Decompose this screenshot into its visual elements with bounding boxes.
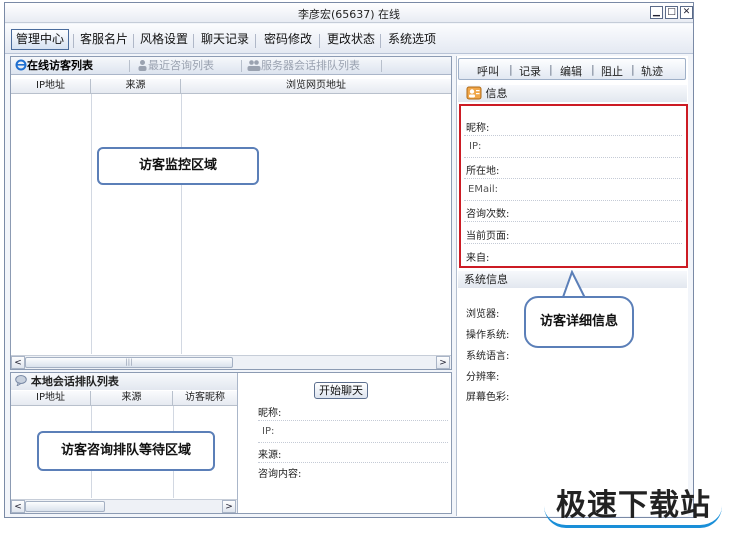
grid-column-line [91,94,92,354]
grid-column-line [181,94,182,354]
visitor-grid-header: IP地址 来源 浏览网页地址 [11,79,451,94]
call-action[interactable]: 呼叫 [477,63,499,79]
action-separator: | [591,63,595,76]
field-underline [464,135,682,136]
queue-divider [237,373,238,513]
visitor-tabs: 在线访客列表 最近咨询列表 服务器会话排队列表 [11,57,451,75]
queue-column-source[interactable]: 来源 [91,391,173,406]
visitor-list-panel: 在线访客列表 最近咨询列表 服务器会话排队列表 IP地址 来源 浏览网页地址 访… [10,56,452,370]
user-card-icon [466,86,482,100]
sys-field-resolution: 分辨率: [466,372,500,383]
close-button[interactable]: ✕ [680,6,693,19]
field-underline [258,442,448,443]
tab-server-queue[interactable]: 服务器会话排队列表 [247,59,360,73]
menu-separator [73,34,74,48]
tab-online-visitors-label: 在线访客列表 [27,59,93,72]
queue-panel: 本地会话排队列表 IP地址 来源 访客昵称 访客咨询排队等待区域 < > [10,372,452,514]
users-icon [247,60,261,71]
queue-field-content: 咨询内容: [258,469,302,480]
start-chat-button[interactable]: 开始聊天 [314,382,368,399]
maximize-button[interactable]: □ [665,6,678,19]
title-bar: 李彦宏(65637) 在线 ▁ □ ✕ [5,3,693,23]
queue-column-nickname[interactable]: 访客昵称 [173,391,237,406]
menu-item-admin-center[interactable]: 管理中心 [11,29,70,50]
queue-grid-header: IP地址 来源 访客昵称 [11,391,237,406]
tab-recent-consults[interactable]: 最近咨询列表 [137,59,214,73]
menu-item-style-settings[interactable]: 风格设置 [135,29,193,50]
user-icon [138,60,147,71]
info-field-email: EMail: [468,184,498,195]
info-section-title: 信息 [485,87,508,100]
info-field-referrer: 来自: [466,253,490,264]
record-action[interactable]: 记录 [519,63,541,79]
menu-separator [380,34,381,48]
queue-hscroll[interactable]: < > [11,499,237,513]
ie-icon [15,59,27,71]
menu-separator [255,34,256,48]
tab-online-visitors[interactable]: 在线访客列表 [15,59,93,73]
queue-panel-title: 本地会话排队列表 [30,375,119,388]
menu-separator [133,34,134,48]
info-field-location: 所在地: [466,166,500,177]
tab-separator [129,60,130,72]
column-page-url[interactable]: 浏览网页地址 [181,79,451,94]
sys-field-color-depth: 屏幕色彩: [466,392,510,403]
menu-item-change-password[interactable]: 密码修改 [259,29,317,50]
visitor-details-callout: 访客详细信息 [524,296,634,348]
menu-item-system-options[interactable]: 系统选项 [383,29,441,50]
tab-separator [241,60,242,72]
info-field-nickname: 昵称: [466,123,490,134]
queue-field-ip: IP: [262,426,275,437]
column-source[interactable]: 来源 [91,79,181,94]
sys-field-browser: 浏览器: [466,309,500,320]
scroll-right-arrow[interactable]: > [436,356,450,369]
chat-bubble-icon [15,375,27,387]
tab-recent-consults-label: 最近咨询列表 [148,59,214,72]
scroll-left-arrow[interactable]: < [11,356,25,369]
action-separator: | [509,63,513,76]
info-section-header: 信息 [458,85,687,102]
queue-column-ip[interactable]: IP地址 [11,391,91,406]
field-underline [464,157,682,158]
scroll-thumb[interactable] [25,501,105,512]
field-underline [464,178,682,179]
action-separator: | [549,63,553,76]
block-action[interactable]: 阻止 [601,63,623,79]
visitor-monitor-callout: 访客监控区域 [97,147,259,185]
menu-item-service-card[interactable]: 客服名片 [75,29,133,50]
menu-separator [319,34,320,48]
queue-waiting-callout: 访客咨询排队等待区域 [37,431,215,471]
window-title: 李彦宏(65637) 在线 [297,8,401,21]
edit-action[interactable]: 编辑 [560,63,582,79]
queue-panel-header: 本地会话排队列表 [11,373,237,390]
visitor-hscroll[interactable]: < ||| > [11,355,451,369]
menu-item-change-status[interactable]: 更改状态 [322,29,380,50]
queue-field-nickname: 昵称: [258,408,282,419]
field-underline [464,243,682,244]
scroll-thumb[interactable]: ||| [25,357,233,368]
sys-field-os: 操作系统: [466,330,510,341]
info-field-consult-count: 咨询次数: [466,209,510,220]
field-underline [258,462,448,463]
queue-field-source: 来源: [258,450,282,461]
watermark-swoosh [544,506,722,528]
field-underline [258,420,448,421]
menu-bar: 管理中心 客服名片 风格设置 聊天记录 密码修改 更改状态 系统选项 [5,24,693,54]
field-underline [464,200,682,201]
minimize-button[interactable]: ▁ [650,6,663,19]
menu-separator [193,34,194,48]
column-ip[interactable]: IP地址 [11,79,91,94]
field-underline [464,221,682,222]
info-field-current-page: 当前页面: [466,231,510,242]
action-separator: | [631,63,635,76]
scroll-left-arrow[interactable]: < [11,500,25,513]
track-action[interactable]: 轨迹 [641,63,663,79]
scroll-right-arrow[interactable]: > [222,500,236,513]
menu-item-chat-history[interactable]: 聊天记录 [196,29,254,50]
visitor-action-bar: 呼叫 | 记录 | 编辑 | 阻止 | 轨迹 [458,58,686,80]
tab-server-queue-label: 服务器会话排队列表 [261,59,360,72]
tab-separator [381,60,382,72]
info-field-ip: IP: [469,141,482,152]
sys-field-language: 系统语言: [466,351,510,362]
